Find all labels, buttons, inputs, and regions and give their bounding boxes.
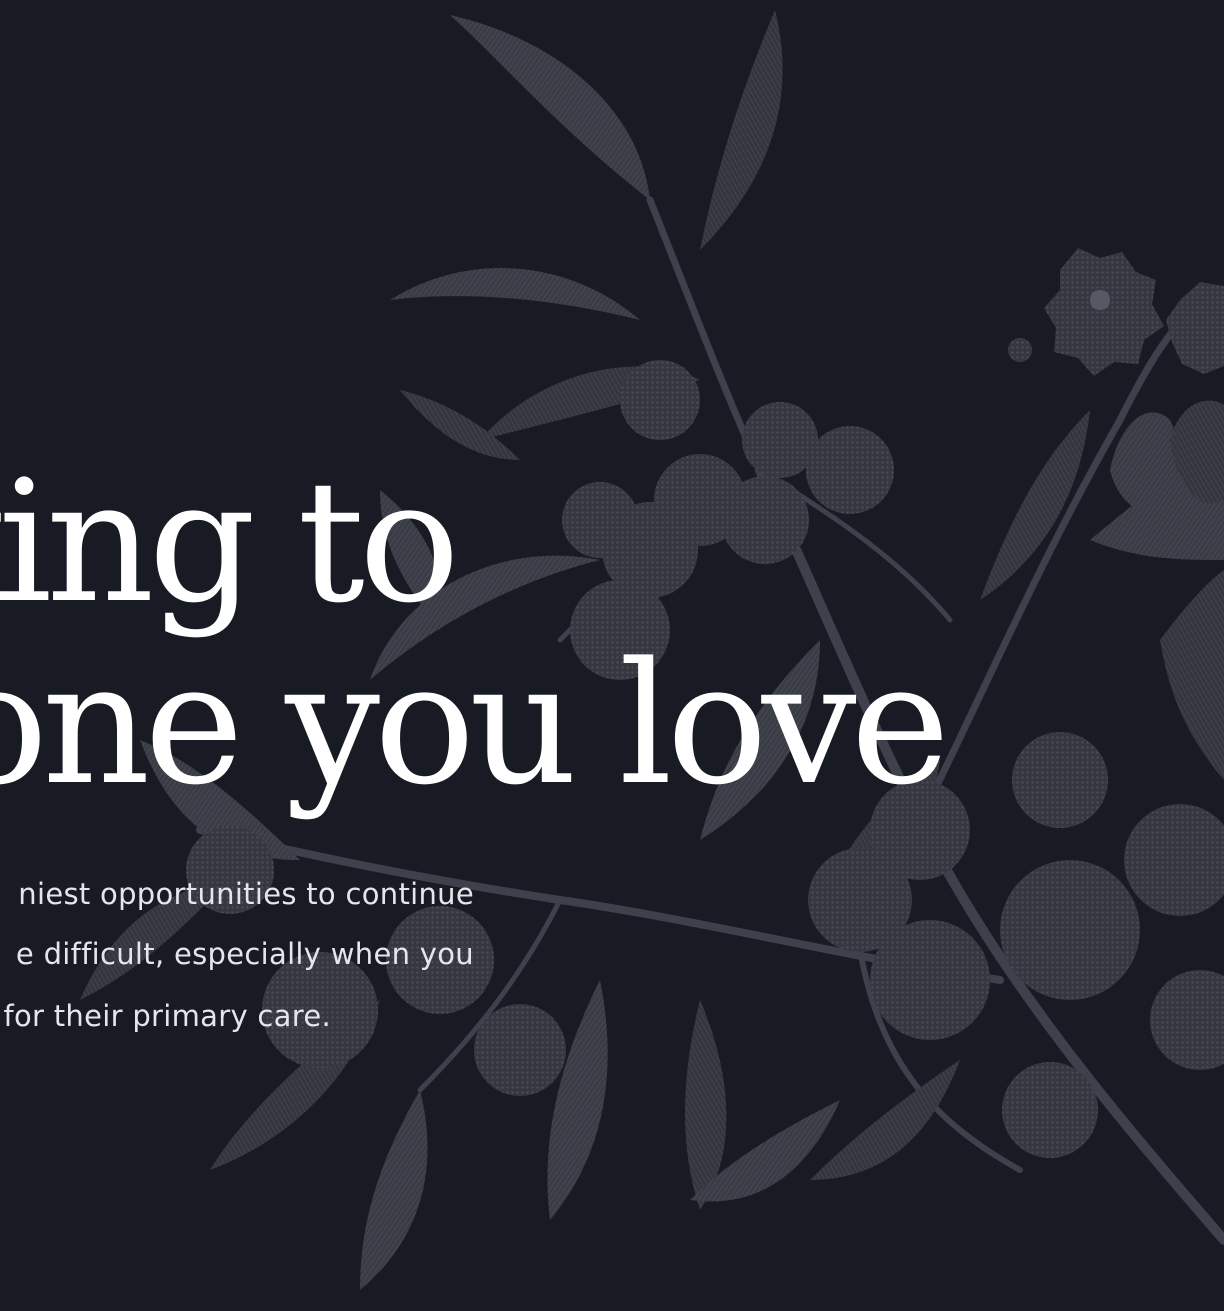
description-line-1: niest opportunities to continue [18, 877, 474, 911]
headline-line-1: king to [0, 444, 460, 640]
description-line-3: for their primary care. [3, 999, 331, 1033]
description-line-2: e difficult, especially when you [15, 937, 474, 971]
headline-line-2: neone you love [0, 626, 950, 822]
hero-section: king to neone you love niest opportuniti… [0, 0, 1224, 1311]
